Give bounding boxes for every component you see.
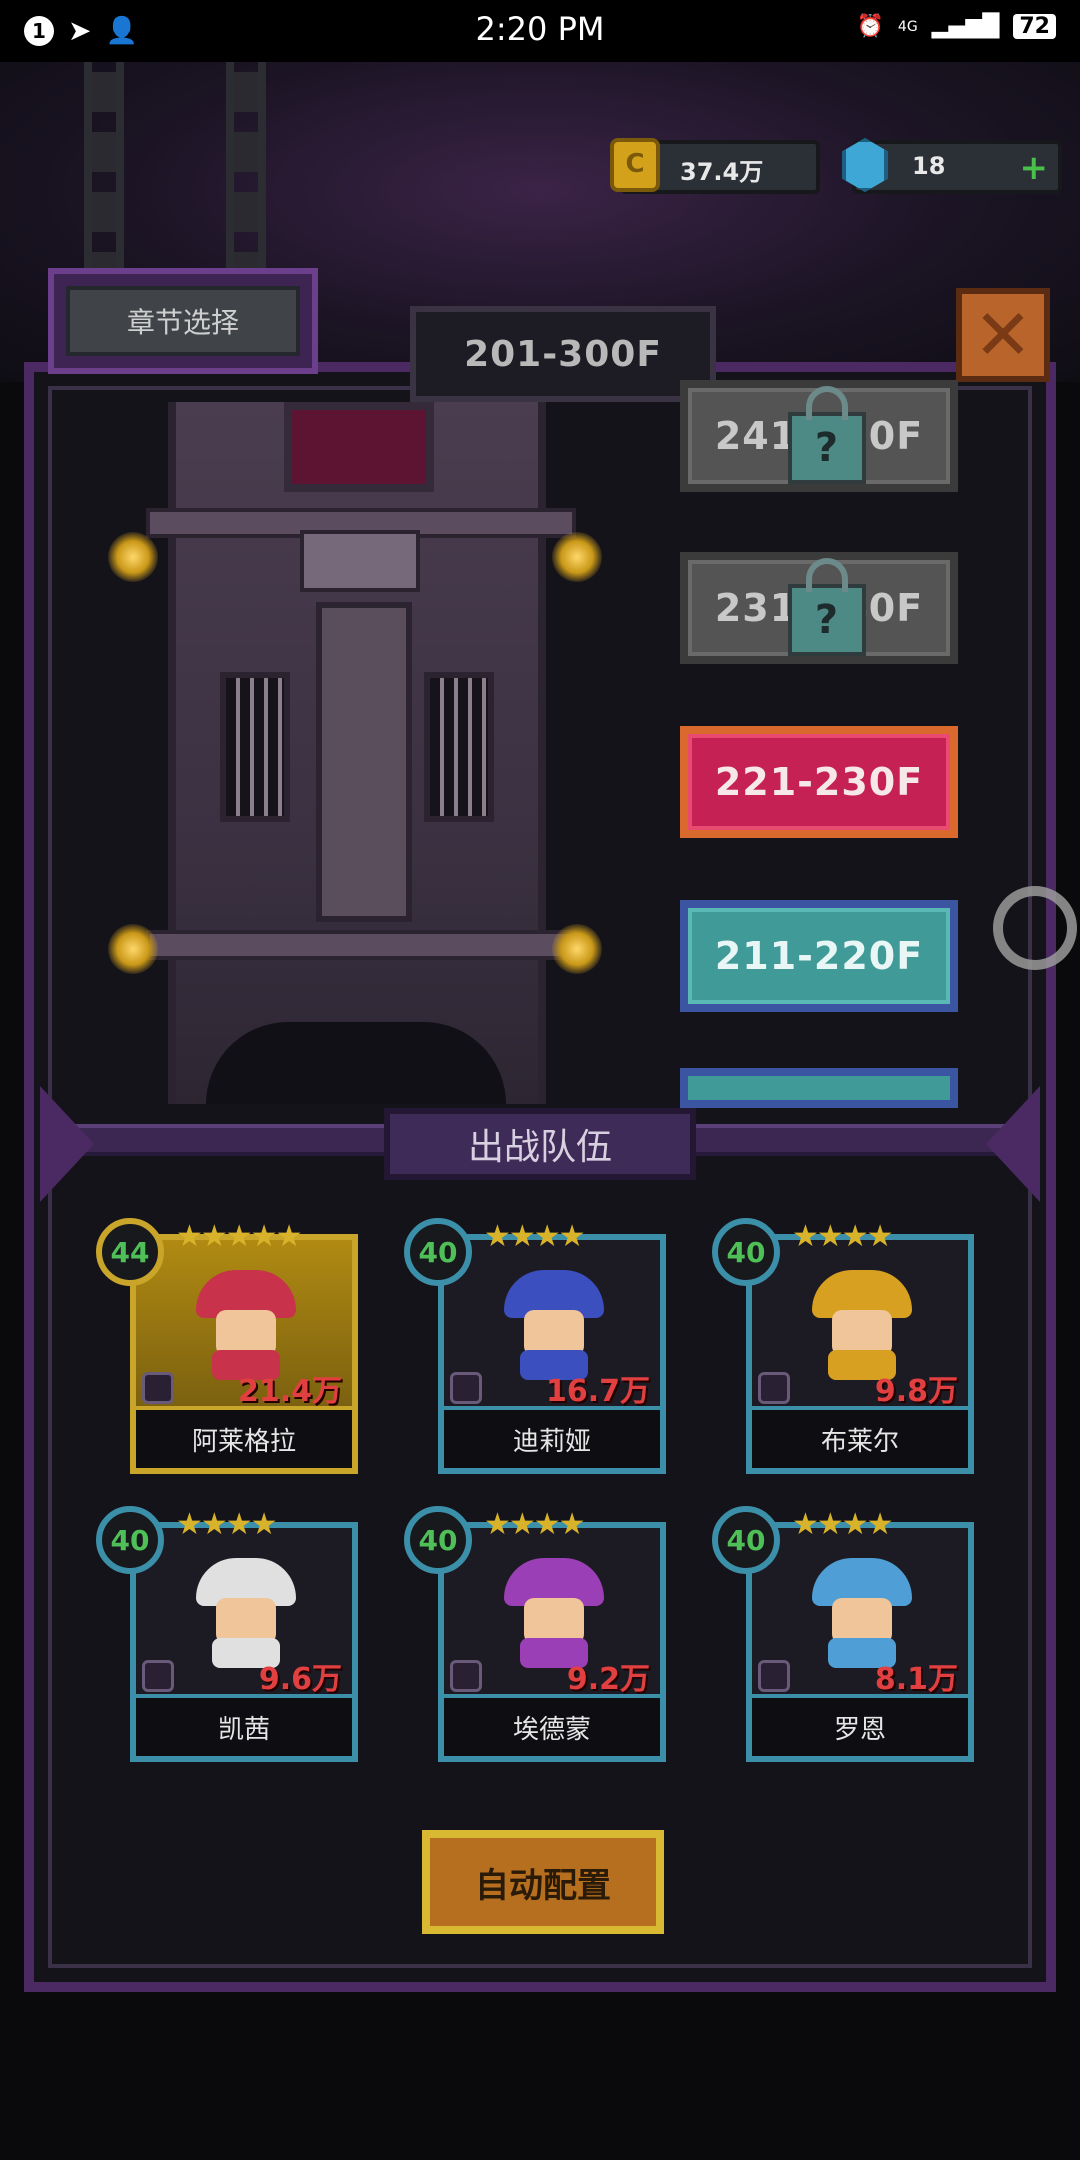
gem-counter: 18 + — [842, 138, 1062, 194]
hero-name: 罗恩 — [752, 1694, 968, 1756]
scroll-handle[interactable] — [993, 886, 1077, 970]
floor-button-231-240[interactable]: 231-240F ? — [680, 552, 958, 664]
hero-level-badge: 40 — [404, 1218, 472, 1286]
hero-portrait: 9.8万 — [752, 1240, 968, 1410]
tower-illustration — [146, 402, 576, 1104]
hero-stars: ★★★★ — [484, 1219, 586, 1254]
floor-button-241-250[interactable]: 241-250F ? — [680, 380, 958, 492]
floor-range-title: 201-300F — [410, 306, 716, 402]
chain-right — [226, 62, 266, 272]
tower-column — [316, 602, 412, 922]
hero-card[interactable]: 8.1万 罗恩 — [746, 1522, 974, 1762]
coin-value: 37.4万 — [680, 158, 764, 186]
hero-name: 迪莉娅 — [444, 1406, 660, 1468]
torch-icon — [552, 532, 602, 582]
hero-card[interactable]: 21.4万 阿莱格拉 — [130, 1234, 358, 1474]
coin-icon: C — [610, 138, 660, 192]
team-title: 出战队伍 — [384, 1108, 696, 1180]
add-gems-button[interactable]: + — [1020, 148, 1049, 188]
element-icon — [450, 1372, 482, 1404]
tower-ledge-lower — [146, 930, 576, 960]
signal-icon: ▂▄▆█ — [931, 14, 1000, 39]
hero-name: 布莱尔 — [752, 1406, 968, 1468]
hero-portrait: 21.4万 — [136, 1240, 352, 1410]
lock-icon: ? — [788, 386, 866, 484]
hero-power: 9.8万 — [874, 1374, 958, 1409]
lock-icon: ? — [788, 558, 866, 656]
hero-stars: ★★★★ — [792, 1219, 894, 1254]
element-icon — [758, 1372, 790, 1404]
arrow-left-icon — [40, 1086, 94, 1202]
chain-left — [84, 62, 124, 272]
hero-sprite — [802, 1558, 922, 1668]
floor-button-partial[interactable] — [680, 1068, 958, 1108]
tower-window-left — [220, 672, 290, 822]
torch-icon — [108, 532, 158, 582]
auto-configure-button[interactable]: 自动配置 — [422, 1830, 664, 1934]
arrow-right-icon — [986, 1086, 1040, 1202]
hero-level-badge: 44 — [96, 1218, 164, 1286]
hero-portrait: 9.6万 — [136, 1528, 352, 1698]
hero-name: 阿莱格拉 — [136, 1406, 352, 1468]
alarm-icon: ⏰ — [856, 14, 884, 39]
hero-sprite — [186, 1270, 306, 1380]
tower-sign — [300, 530, 420, 592]
gem-value: 18 — [912, 152, 946, 180]
hero-level-badge: 40 — [712, 1218, 780, 1286]
floor-label: 211-220F — [714, 934, 924, 978]
hero-power: 8.1万 — [874, 1662, 958, 1697]
hero-level-badge: 40 — [96, 1506, 164, 1574]
hero-power: 9.6万 — [258, 1662, 342, 1697]
hero-card[interactable]: 9.2万 埃德蒙 — [438, 1522, 666, 1762]
coin-counter: C 37.4万 — [610, 138, 820, 194]
hero-portrait: 16.7万 — [444, 1240, 660, 1410]
tower-window-right — [424, 672, 494, 822]
floor-button-211-220[interactable]: 211-220F — [680, 900, 958, 1012]
hero-card[interactable]: 16.7万 迪莉娅 — [438, 1234, 666, 1474]
hero-stars: ★★★★ — [484, 1507, 586, 1542]
hero-portrait: 9.2万 — [444, 1528, 660, 1698]
hero-sprite — [802, 1270, 922, 1380]
torch-icon — [108, 924, 158, 974]
hero-portrait: 8.1万 — [752, 1528, 968, 1698]
element-icon — [450, 1660, 482, 1692]
hero-name: 凯茜 — [136, 1694, 352, 1756]
hero-stars: ★★★★★ — [176, 1219, 302, 1254]
torch-icon — [552, 924, 602, 974]
element-icon — [758, 1660, 790, 1692]
hero-sprite — [186, 1558, 306, 1668]
chapter-select-button[interactable]: 章节选择 — [48, 268, 318, 374]
hero-power: 9.2万 — [566, 1662, 650, 1697]
floor-button-221-230[interactable]: 221-230F — [680, 726, 958, 838]
tower-window — [284, 402, 434, 492]
hero-sprite — [494, 1558, 614, 1668]
hero-card[interactable]: 9.8万 布莱尔 — [746, 1234, 974, 1474]
element-icon — [142, 1372, 174, 1404]
element-icon — [142, 1660, 174, 1692]
hero-sprite — [494, 1270, 614, 1380]
status-right: ⏰ 4G ▂▄▆█ 72 — [857, 14, 1056, 39]
network-label: 4G — [897, 18, 918, 35]
close-button[interactable]: ✕ — [956, 288, 1050, 382]
chapter-select-label: 章节选择 — [66, 286, 300, 356]
hero-name: 埃德蒙 — [444, 1694, 660, 1756]
hero-card[interactable]: 9.6万 凯茜 — [130, 1522, 358, 1762]
status-bar: 1 ➤ 👤 2:20 PM ⏰ 4G ▂▄▆█ 72 — [0, 0, 1080, 62]
tower-archway — [206, 1022, 506, 1104]
floor-label: 221-230F — [714, 760, 924, 804]
hero-power: 21.4万 — [237, 1374, 342, 1409]
hero-level-badge: 40 — [404, 1506, 472, 1574]
hero-stars: ★★★★ — [176, 1507, 278, 1542]
hero-power: 16.7万 — [545, 1374, 650, 1409]
hero-level-badge: 40 — [712, 1506, 780, 1574]
battery-icon: 72 — [1013, 14, 1056, 39]
hero-stars: ★★★★ — [792, 1507, 894, 1542]
